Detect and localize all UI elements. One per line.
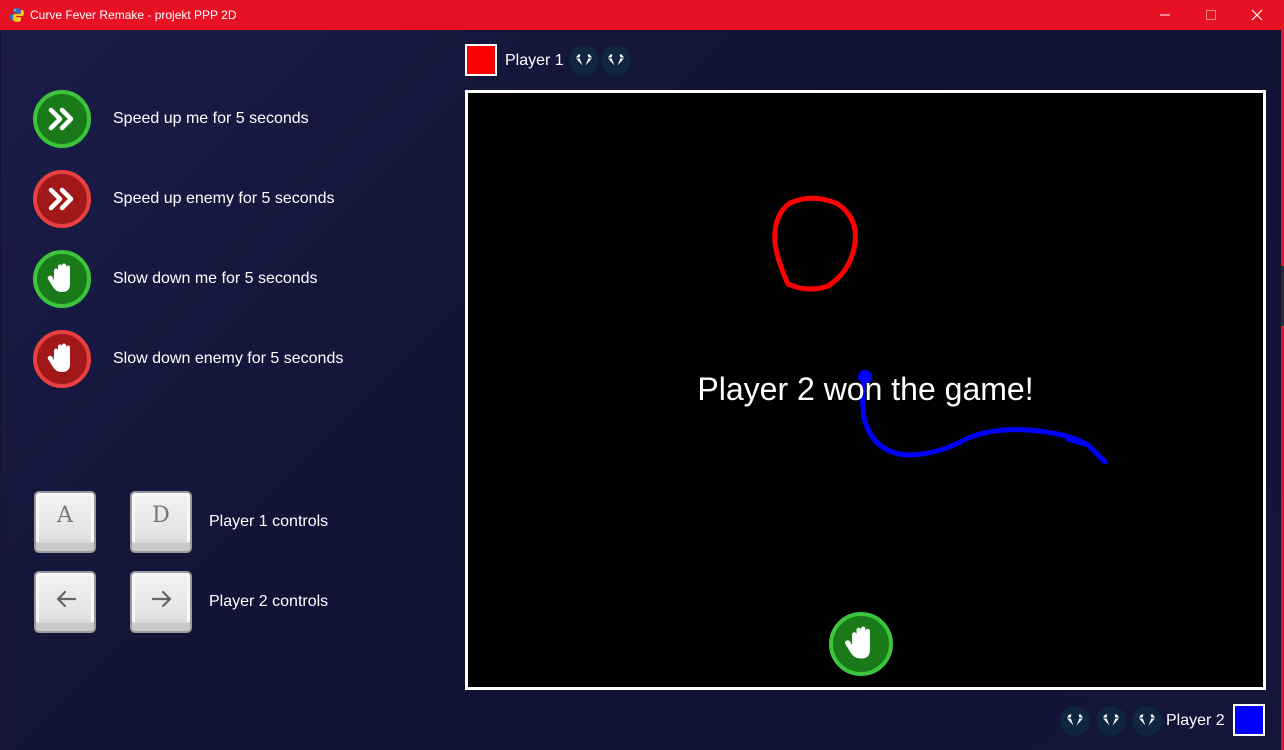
close-icon — [1251, 9, 1263, 21]
window-title: Curve Fever Remake - projekt PPP 2D — [30, 8, 237, 22]
legend-item-slow-down-me: Slow down me for 5 seconds — [33, 250, 433, 314]
legend-item-speed-up-enemy: Speed up enemy for 5 seconds — [33, 170, 433, 234]
right-arrow-icon — [151, 590, 172, 608]
legend-label: Speed up me for 5 seconds — [113, 110, 309, 127]
player1-controls-label: Player 1 controls — [209, 513, 329, 530]
title-bar: Curve Fever Remake - projekt PPP 2D — [0, 0, 1284, 30]
key-a: A — [34, 491, 96, 553]
key-label: A — [57, 503, 73, 528]
player1-trail — [772, 195, 858, 292]
python-icon — [10, 8, 24, 22]
maximize-button[interactable] — [1188, 0, 1234, 30]
hand-icon — [844, 626, 870, 659]
player1-color-swatch — [465, 44, 497, 76]
legend-item-slow-down-enemy: Slow down enemy for 5 seconds — [33, 330, 433, 394]
hand-icon — [33, 330, 91, 388]
player1-name: Player 1 — [505, 52, 564, 69]
diamond-icon — [569, 46, 599, 76]
legend-label: Slow down enemy for 5 seconds — [113, 350, 344, 367]
player2-controls-label: Player 2 controls — [209, 593, 329, 610]
hand-icon — [33, 250, 91, 308]
maximize-icon — [1206, 10, 1216, 20]
key-label: D — [152, 503, 170, 528]
player2-name: Player 2 — [1166, 712, 1225, 729]
diamond-icon — [1060, 706, 1090, 736]
legend-item-speed-up-me: Speed up me for 5 seconds — [33, 90, 433, 154]
legend-label: Speed up enemy for 5 seconds — [113, 190, 335, 207]
win-message: Player 2 won the game! — [697, 371, 1034, 407]
left-arrow-icon — [56, 590, 77, 608]
slow-down-powerup — [829, 612, 893, 676]
diamond-icon — [1096, 706, 1126, 736]
diamond-icon — [1132, 706, 1162, 736]
close-button[interactable] — [1234, 0, 1280, 30]
diamond-icon — [601, 46, 631, 76]
player2-color-swatch — [1233, 704, 1265, 736]
minimize-icon — [1160, 14, 1170, 16]
minimize-button[interactable] — [1142, 0, 1188, 30]
fast-forward-icon — [33, 90, 91, 148]
key-left-arrow — [34, 571, 96, 633]
key-d: D — [130, 491, 192, 553]
key-right-arrow — [130, 571, 192, 633]
fast-forward-icon — [33, 170, 91, 228]
legend-label: Slow down me for 5 seconds — [113, 270, 318, 287]
game-arena: Player 2 won the game! — [465, 90, 1266, 690]
